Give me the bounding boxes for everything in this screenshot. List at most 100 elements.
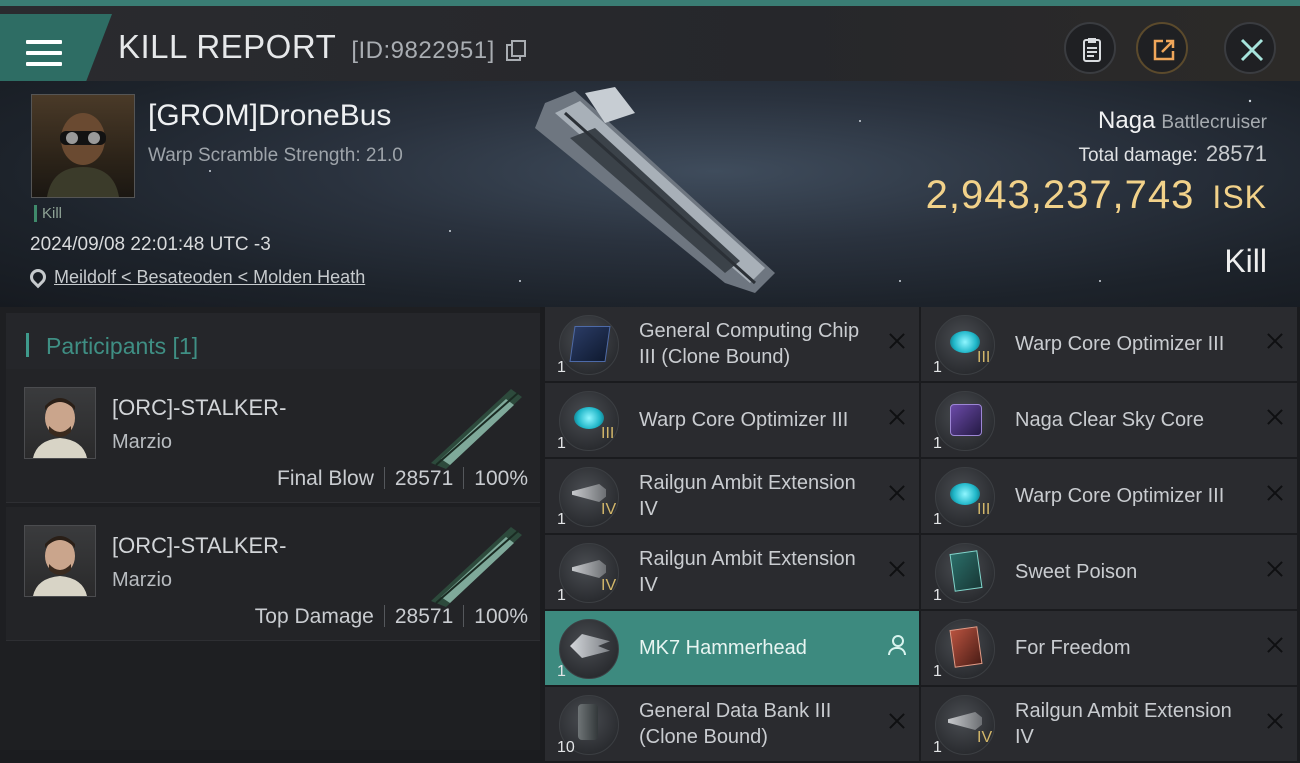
participant-name[interactable]: [ORC]-STALKER- [112, 395, 286, 421]
destroyed-x-icon [889, 561, 905, 577]
ship-info: Naga Battlecruiser Total damage: 28571 2,9… [926, 107, 1267, 218]
item-name: Railgun Ambit Extension IV [1015, 700, 1232, 748]
card-teal-icon [935, 543, 995, 603]
participant-row[interactable]: [ORC]-STALKER- Marzio Final Blow 28571 100… [6, 369, 540, 503]
close-icon [1240, 38, 1264, 62]
isk-value: 2,943,237,743 ISK [926, 173, 1267, 218]
total-damage-value: 28571 [1205, 141, 1267, 166]
destroyed-x-icon [889, 409, 905, 425]
item-quantity: 1 [557, 435, 566, 452]
participant-stats: Top Damage 28571 100% [255, 605, 528, 629]
dropped-items-grid: 1 General Computing Chip III (Clone Boun… [545, 307, 1300, 763]
location-text[interactable]: Meildolf < Besateoden < Molden Heath [54, 267, 365, 287]
participant-row[interactable]: [ORC]-STALKER- Marzio Top Damage 28571 100… [6, 507, 540, 641]
destroyed-x-icon [1267, 485, 1283, 501]
title-text: KILL REPORT [118, 28, 336, 65]
item-quantity: 1 [557, 511, 566, 528]
item-level: IV [601, 501, 617, 518]
item-quantity: 1 [933, 359, 942, 376]
participant-ship-icon[interactable] [426, 383, 526, 469]
clipboard-button[interactable] [1064, 22, 1116, 74]
location-pin-icon [26, 265, 50, 289]
item-level: IV [601, 577, 617, 594]
item-slot[interactable]: 1 IV Railgun Ambit Extension IV [545, 535, 919, 611]
item-quantity: 1 [557, 663, 566, 680]
isk-unit: ISK [1212, 179, 1267, 215]
hamburger-menu-icon[interactable] [26, 40, 62, 68]
destroyed-x-icon [889, 485, 905, 501]
item-name: General Data Bank III (Clone Bound) [639, 700, 832, 748]
participant-damage: 28571 [394, 467, 454, 490]
location-link[interactable]: Meildolf < Besateoden < Molden Heath [26, 265, 365, 289]
menu-tab[interactable] [0, 14, 112, 84]
destroyed-x-icon [1267, 561, 1283, 577]
person-icon[interactable] [887, 635, 906, 655]
victim-pilot-name[interactable]: [GROM]DroneBus [148, 99, 391, 133]
item-slot[interactable]: 1 IV Railgun Ambit Extension IV [545, 459, 919, 535]
item-level: III [977, 501, 991, 518]
participants-header: Participants [1] [6, 313, 540, 375]
item-quantity: 1 [933, 511, 942, 528]
item-slot[interactable]: 1 Naga Clear Sky Core [921, 383, 1297, 459]
participant-corp: Marzio [112, 431, 173, 453]
item-slot[interactable]: 1 For Freedom [921, 611, 1297, 687]
destroyed-x-icon [1267, 713, 1283, 729]
participant-percent: 100% [474, 467, 528, 490]
header-bar: KILL REPORT [ID:9822951] [0, 6, 1300, 84]
page-title: KILL REPORT [ID:9822951] [118, 28, 527, 66]
close-button[interactable] [1224, 22, 1276, 74]
copy-icon[interactable] [506, 40, 527, 62]
participant-percent: 100% [474, 605, 528, 628]
participant-damage: 28571 [394, 605, 454, 628]
participant-role: Top Damage [254, 605, 374, 628]
item-slot[interactable]: 1 General Computing Chip III (Clone Boun… [545, 307, 919, 383]
item-slot[interactable]: 1 III Warp Core Optimizer III [921, 459, 1297, 535]
result-label: Kill [1224, 243, 1267, 279]
participant-corp: Marzio [112, 569, 173, 591]
item-slot[interactable]: 1 Sweet Poison [921, 535, 1297, 611]
participant-ship-icon[interactable] [426, 521, 526, 607]
destroyed-x-icon [889, 333, 905, 349]
pilot-avatar-icon [47, 113, 119, 197]
kill-tag: Kill [34, 205, 62, 222]
share-icon [1153, 39, 1175, 61]
item-name: Warp Core Optimizer III [1015, 333, 1225, 355]
item-name: MK7 Hammerhead [639, 637, 807, 659]
drone-icon [559, 619, 619, 679]
participant-avatar[interactable] [24, 525, 96, 597]
item-slot[interactable]: 10 General Data Bank III (Clone Bound) [545, 687, 919, 763]
participants-title: Participants [1] [46, 333, 199, 359]
victim-portrait[interactable] [31, 94, 135, 198]
victim-panel: [GROM]DroneBus Warp Scramble Strength: 2… [0, 81, 1300, 307]
item-slot-highlighted[interactable]: 1 MK7 Hammerhead [545, 611, 919, 687]
item-quantity: 10 [557, 739, 575, 756]
item-level: IV [977, 729, 993, 746]
header-accent-bar [26, 333, 29, 357]
participant-name[interactable]: [ORC]-STALKER- [112, 533, 286, 559]
destroyed-x-icon [889, 713, 905, 729]
item-slot[interactable]: 1 IV Railgun Ambit Extension IV [921, 687, 1297, 763]
item-level: III [601, 425, 615, 442]
chip-icon [559, 315, 619, 375]
item-name: For Freedom [1015, 637, 1131, 659]
total-damage: Total damage: 28571 [926, 141, 1267, 167]
share-button[interactable] [1136, 22, 1188, 74]
item-slot[interactable]: 1 III Warp Core Optimizer III [921, 307, 1297, 383]
item-name: General Computing Chip III (Clone Bound) [639, 320, 860, 368]
item-quantity: 1 [557, 359, 566, 376]
item-slot[interactable]: 1 III Warp Core Optimizer III [545, 383, 919, 459]
item-name: Warp Core Optimizer III [1015, 485, 1225, 507]
participants-panel: Participants [1] [ORC]-STALKER- Marzio F… [0, 307, 540, 750]
item-name: Railgun Ambit Extension IV [639, 548, 856, 596]
participant-stats: Final Blow 28571 100% [277, 467, 528, 491]
clipboard-icon [1083, 38, 1101, 62]
item-quantity: 1 [933, 739, 942, 756]
ship-render-image [535, 87, 775, 293]
ship-name[interactable]: Naga [1098, 107, 1155, 134]
item-name: Naga Clear Sky Core [1015, 409, 1204, 431]
kill-datetime: 2024/09/08 22:01:48 UTC -3 [30, 234, 271, 255]
item-quantity: 1 [933, 663, 942, 680]
warp-scramble-strength: Warp Scramble Strength: 21.0 [148, 145, 403, 166]
participant-avatar[interactable] [24, 387, 96, 459]
item-name: Warp Core Optimizer III [639, 409, 849, 431]
